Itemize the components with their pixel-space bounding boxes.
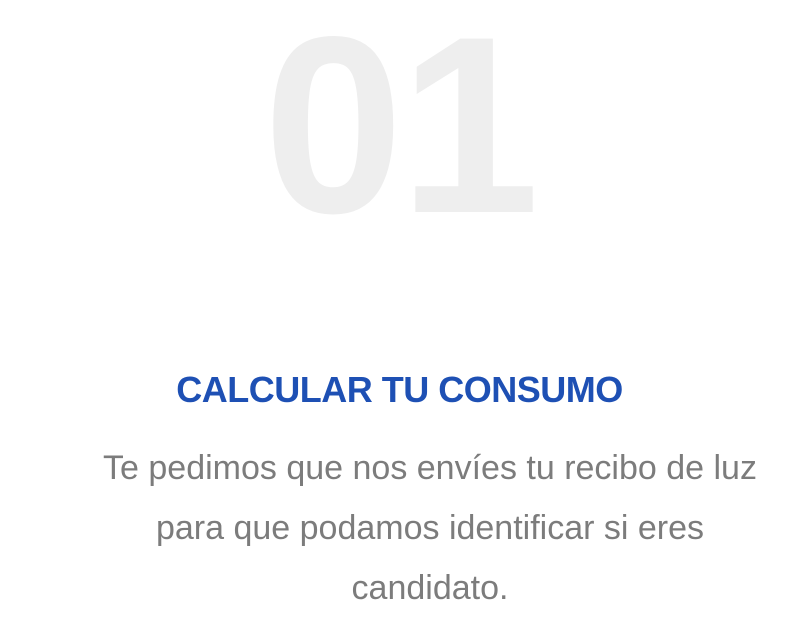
step-number: 01 <box>263 0 539 266</box>
step-card: 01 CALCULAR TU CONSUMO Te pedimos que no… <box>0 0 799 642</box>
step-description: Te pedimos que nos envíes tu recibo de l… <box>103 449 757 607</box>
step-title: CALCULAR TU CONSUMO <box>176 369 623 410</box>
